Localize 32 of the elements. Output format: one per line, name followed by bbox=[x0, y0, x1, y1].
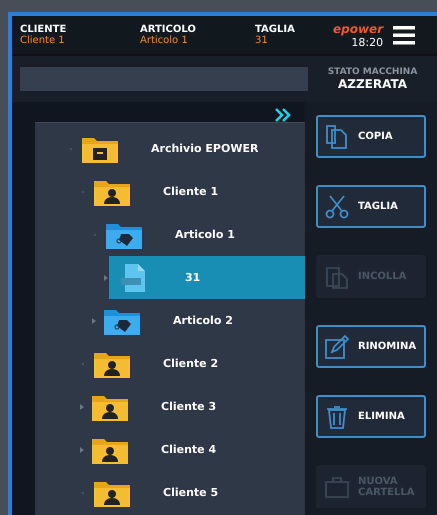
status-label: STATO MACCHINA bbox=[328, 67, 418, 77]
field-value: 31 bbox=[255, 35, 269, 46]
tree-item[interactable]: Cliente 5 bbox=[87, 471, 305, 514]
menu-icon[interactable] bbox=[393, 25, 416, 45]
expand-arrow-icon[interactable] bbox=[92, 318, 97, 324]
action-button[interactable]: COPIA bbox=[316, 115, 426, 158]
edit-icon bbox=[324, 334, 350, 360]
field-value: Cliente 1 bbox=[20, 35, 66, 46]
tree-item[interactable]: Archivio EPOWER bbox=[75, 127, 305, 170]
double-chevron-icon[interactable] bbox=[275, 108, 291, 122]
tree-item[interactable]: Cliente 4 bbox=[85, 428, 305, 471]
action-button[interactable]: ELIMINA bbox=[316, 395, 426, 438]
action-button[interactable]: RINOMINA bbox=[316, 325, 426, 368]
tree-item[interactable]: Cliente 1 bbox=[87, 170, 305, 213]
clock-time: 18:20 bbox=[351, 36, 384, 48]
tree-item[interactable]: Cliente 2 bbox=[87, 342, 305, 385]
logo: epower bbox=[333, 22, 384, 36]
field-value: Articolo 1 bbox=[140, 35, 189, 46]
expand-arrow-icon[interactable] bbox=[80, 404, 85, 410]
copy-icon bbox=[324, 124, 350, 150]
action-button[interactable]: TAGLIA bbox=[316, 185, 426, 228]
tree-item[interactable]: Articolo 1 bbox=[99, 213, 305, 256]
status-value: AZZERATA bbox=[338, 77, 408, 91]
expand-arrow-icon[interactable] bbox=[80, 446, 85, 452]
scissors-icon bbox=[324, 194, 350, 220]
tree-item[interactable]: 31 bbox=[109, 256, 305, 299]
field-label: CLIENTE bbox=[20, 24, 68, 35]
tree-item[interactable]: Articolo 2 bbox=[97, 299, 305, 342]
tree-item[interactable]: Cliente 3 bbox=[85, 385, 305, 428]
field-label: TAGLIA bbox=[255, 24, 296, 35]
trash-icon bbox=[324, 404, 350, 430]
field-label: ARTICOLO bbox=[140, 24, 197, 35]
